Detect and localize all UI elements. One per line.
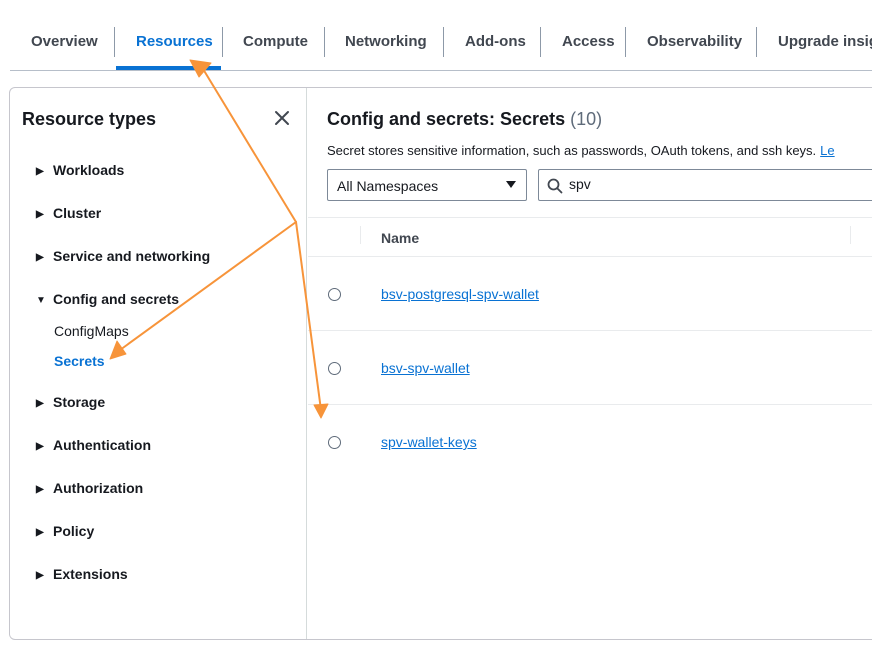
row-select-radio[interactable] xyxy=(328,436,341,449)
secret-name-link[interactable]: bsv-postgresql-spv-wallet xyxy=(381,286,539,302)
search-icon xyxy=(547,178,563,194)
close-icon[interactable] xyxy=(272,108,292,128)
tab-bar: Overview Resources Compute Networking Ad… xyxy=(0,0,872,72)
tab-observability[interactable]: Observability xyxy=(647,0,742,70)
item-count: (10) xyxy=(570,109,603,129)
tab-divider xyxy=(222,27,223,57)
sidebar-item-authentication[interactable]: ▶ Authentication xyxy=(36,437,151,453)
caret-right-icon: ▶ xyxy=(36,166,44,177)
sidebar-item-label: Extensions xyxy=(53,566,128,582)
sidebar-item-policy[interactable]: ▶ Policy xyxy=(36,523,94,539)
learn-more-link[interactable]: Le xyxy=(820,143,834,158)
sidebar-item-label: Service and networking xyxy=(53,248,211,264)
tab-bar-divider xyxy=(10,70,872,71)
caret-right-icon: ▶ xyxy=(36,527,44,538)
column-divider[interactable] xyxy=(850,226,851,244)
search-input[interactable] xyxy=(569,176,869,192)
column-divider[interactable] xyxy=(360,226,361,244)
page-description: Secret stores sensitive information, suc… xyxy=(327,143,835,158)
sidebar-item-label: Config and secrets xyxy=(53,291,180,307)
sidebar-item-label: Authentication xyxy=(53,437,151,453)
tab-upgrade-insights[interactable]: Upgrade insigh xyxy=(778,0,872,70)
sidebar-item-config-secrets[interactable]: ▼ Config and secrets xyxy=(36,291,179,307)
table-row: spv-wallet-keys xyxy=(308,405,872,479)
sidebar-item-label: Storage xyxy=(53,394,106,410)
page-title: Config and secrets: Secrets (10) xyxy=(327,109,602,130)
sidebar-item-cluster[interactable]: ▶ Cluster xyxy=(36,205,101,221)
sidebar-item-label: Authorization xyxy=(53,480,144,496)
table-top-border xyxy=(308,217,872,218)
tab-networking[interactable]: Networking xyxy=(345,0,427,70)
sidebar-item-authorization[interactable]: ▶ Authorization xyxy=(36,480,143,496)
row-select-radio[interactable] xyxy=(328,362,341,375)
tab-resources[interactable]: Resources xyxy=(136,0,213,70)
sidebar-item-label: Workloads xyxy=(53,162,125,178)
secrets-panel: Config and secrets: Secrets (10) Secret … xyxy=(308,88,872,639)
tab-add-ons[interactable]: Add-ons xyxy=(465,0,526,70)
sidebar-item-workloads[interactable]: ▶ Workloads xyxy=(36,162,124,178)
tab-divider xyxy=(625,27,626,57)
caret-right-icon: ▶ xyxy=(36,570,44,581)
caret-right-icon: ▶ xyxy=(36,484,44,495)
tab-divider xyxy=(114,27,115,57)
secret-name-link[interactable]: spv-wallet-keys xyxy=(381,434,477,450)
dropdown-triangle-icon xyxy=(506,181,516,188)
page-title-text: Config and secrets: Secrets xyxy=(327,109,566,129)
sidebar-item-storage[interactable]: ▶ Storage xyxy=(36,394,105,410)
resource-types-sidebar: Resource types ▶ Workloads ▶ Cluster ▶ Serv… xyxy=(10,88,307,639)
tab-compute[interactable]: Compute xyxy=(243,0,308,70)
tab-divider xyxy=(540,27,541,57)
caret-down-icon: ▼ xyxy=(36,295,46,306)
table-row: bsv-postgresql-spv-wallet xyxy=(308,257,872,331)
tab-divider xyxy=(756,27,757,57)
namespace-select-value: All Namespaces xyxy=(337,178,439,194)
sidebar-subitem-configmaps[interactable]: ConfigMaps xyxy=(54,323,129,339)
sidebar-subitem-secrets[interactable]: Secrets xyxy=(54,353,105,369)
caret-right-icon: ▶ xyxy=(36,209,44,220)
sidebar-item-extensions[interactable]: ▶ Extensions xyxy=(36,566,128,582)
sidebar-item-label: Cluster xyxy=(53,205,102,221)
secret-name-link[interactable]: bsv-spv-wallet xyxy=(381,360,470,376)
tab-overview[interactable]: Overview xyxy=(31,0,98,70)
caret-right-icon: ▶ xyxy=(36,252,44,263)
tab-access[interactable]: Access xyxy=(562,0,615,70)
tab-divider xyxy=(443,27,444,57)
caret-right-icon: ▶ xyxy=(36,398,44,409)
sidebar-item-label: Policy xyxy=(53,523,95,539)
caret-right-icon: ▶ xyxy=(36,441,44,452)
row-select-radio[interactable] xyxy=(328,288,341,301)
table-row: bsv-spv-wallet xyxy=(308,331,872,405)
sidebar-item-service-networking[interactable]: ▶ Service and networking xyxy=(36,248,210,264)
namespace-select[interactable]: All Namespaces xyxy=(327,169,527,201)
column-header-name[interactable]: Name xyxy=(381,230,419,246)
search-box[interactable] xyxy=(538,169,872,201)
description-text: Secret stores sensitive information, suc… xyxy=(327,143,817,158)
tab-divider xyxy=(324,27,325,57)
sidebar-title: Resource types xyxy=(22,109,157,129)
